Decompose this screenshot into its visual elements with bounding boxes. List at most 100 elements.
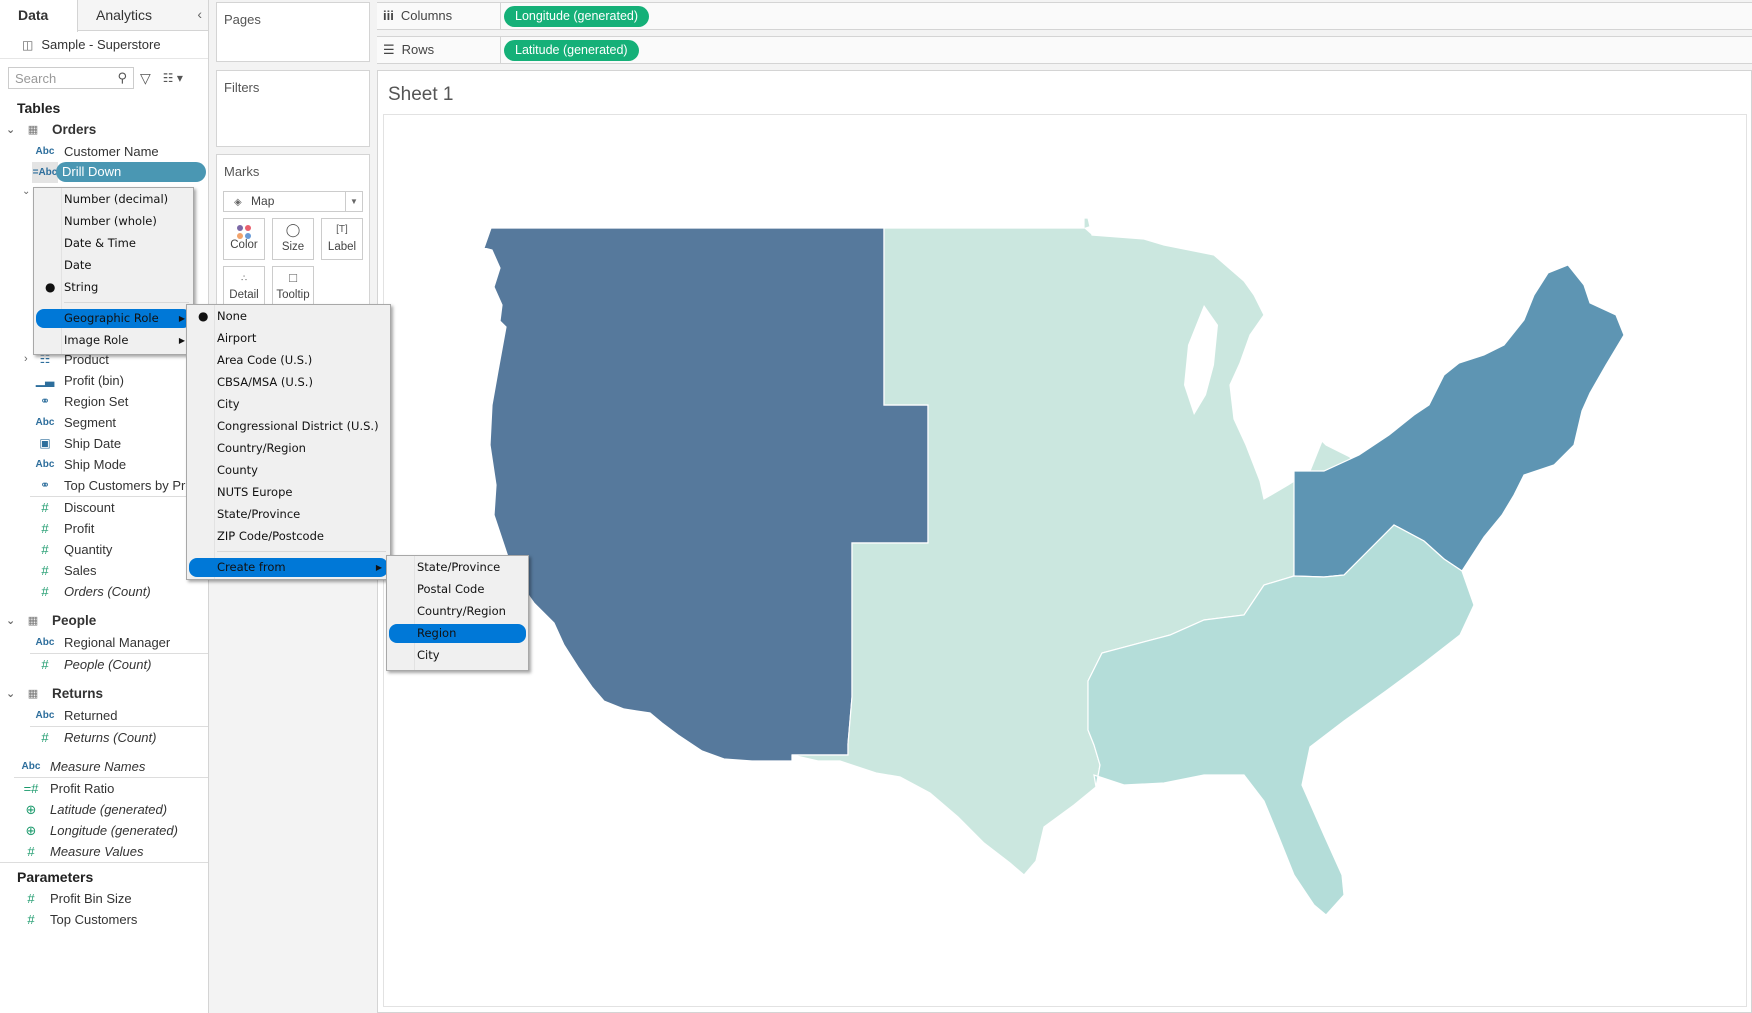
rows-label: ☰ Rows — [377, 37, 501, 63]
field-ship-date[interactable]: ▣ Ship Date — [0, 433, 208, 454]
data-pane: Data Analytics ‹ ◫ Sample - Superstore S… — [0, 0, 209, 1013]
create-item-region[interactable]: Region — [389, 624, 526, 643]
field-latitude[interactable]: ⊕ Latitude (generated) — [0, 799, 208, 820]
table-people[interactable]: ⌄ ▦ People — [0, 610, 208, 632]
calc-measure-icon: =# — [23, 781, 39, 796]
menu-label: Number (whole) — [64, 214, 157, 228]
create-item-postal-code[interactable]: Postal Code — [389, 580, 526, 599]
field-longitude[interactable]: ⊕ Longitude (generated) — [0, 820, 208, 841]
us-region-map[interactable] — [384, 115, 1748, 1008]
create-item-city[interactable]: City — [389, 646, 526, 665]
geo-item-state-province[interactable]: State/Province — [189, 505, 388, 524]
menu-item-date[interactable]: Date — [36, 256, 191, 275]
geo-item-nuts-europe[interactable]: NUTS Europe — [189, 483, 388, 502]
geo-item-area-code[interactable]: Area Code (U.S.) — [189, 351, 388, 370]
map-canvas[interactable] — [383, 114, 1747, 1007]
field-ship-mode[interactable]: Abc Ship Mode — [0, 454, 208, 475]
chevron-left-icon[interactable]: ‹ — [197, 6, 202, 22]
table-orders[interactable]: ⌄ ▦ Orders — [0, 119, 208, 141]
mark-type-dropdown[interactable]: ◈ Map ▼ — [223, 191, 363, 212]
field-returned[interactable]: Abc Returned — [0, 705, 208, 726]
field-returns-count[interactable]: # Returns (Count) — [0, 727, 208, 748]
chevron-down-icon[interactable]: ⌄ — [6, 610, 18, 632]
datasource-item[interactable]: ◫ Sample - Superstore — [0, 31, 208, 59]
size-icon: ◯ — [285, 222, 301, 237]
tooltip-button[interactable]: □ Tooltip — [272, 266, 314, 308]
geo-item-airport[interactable]: Airport — [189, 329, 388, 348]
menu-label: Image Role — [64, 333, 129, 347]
chevron-right-icon[interactable]: › — [24, 349, 28, 370]
columns-shelf[interactable]: iii Columns Longitude (generated) — [377, 2, 1752, 30]
field-discount[interactable]: # Discount — [0, 497, 208, 518]
search-icon: ⚲ — [117, 70, 127, 85]
geo-item-zip-code[interactable]: ZIP Code/Postcode — [189, 527, 388, 546]
filter-icon[interactable]: ▽ — [140, 70, 151, 87]
pane-tabs: Data Analytics ‹ — [0, 0, 208, 32]
checked-bullet-icon: ● — [198, 309, 209, 323]
menu-item-image-role[interactable]: Image Role ▶ — [36, 331, 191, 350]
menu-item-geographic-role[interactable]: Geographic Role ▶ — [36, 309, 191, 328]
globe-icon: ⊕ — [25, 802, 37, 817]
string-icon: Abc — [35, 459, 55, 470]
latitude-pill[interactable]: Latitude (generated) — [504, 40, 639, 61]
field-regional-manager[interactable]: Abc Regional Manager — [0, 632, 208, 653]
search-input[interactable]: Search ⚲ — [8, 67, 134, 89]
sheet-title[interactable]: Sheet 1 — [388, 84, 454, 106]
field-measure-values[interactable]: # Measure Values — [0, 841, 208, 862]
field-quantity[interactable]: # Quantity — [0, 539, 208, 560]
field-customer-name[interactable]: Abc Customer Name — [0, 141, 208, 162]
rows-shelf[interactable]: ☰ Rows Latitude (generated) — [377, 36, 1752, 64]
tab-analytics[interactable]: Analytics — [78, 0, 190, 31]
measure-icon: # — [41, 657, 49, 672]
search-placeholder: Search — [15, 70, 57, 86]
filters-shelf[interactable]: Filters — [216, 70, 370, 147]
geo-item-city[interactable]: City — [189, 395, 388, 414]
geo-item-country-region[interactable]: Country/Region — [189, 439, 388, 458]
size-button[interactable]: ◯ Size — [272, 218, 314, 260]
chevron-down-icon[interactable]: ⌄ — [6, 683, 18, 705]
submenu-arrow-icon: ▶ — [178, 336, 185, 345]
pages-title: Pages — [224, 12, 261, 27]
menu-item-number-whole[interactable]: Number (whole) — [36, 212, 191, 231]
field-orders-count[interactable]: # Orders (Count) — [0, 581, 208, 602]
field-profit[interactable]: # Profit — [0, 518, 208, 539]
field-people-count[interactable]: # People (Count) — [0, 654, 208, 675]
create-from-menu: State/Province Postal Code Country/Regio… — [386, 555, 529, 671]
calc-string-icon: =Abc — [32, 162, 58, 183]
pages-shelf[interactable]: Pages — [216, 2, 370, 62]
param-profit-bin-size[interactable]: # Profit Bin Size — [0, 888, 208, 909]
filters-title: Filters — [224, 80, 260, 95]
param-top-customers[interactable]: # Top Customers — [0, 909, 208, 930]
lake-erie — [1244, 405, 1354, 449]
tooltip-icon: □ — [289, 270, 297, 285]
view-options-icon[interactable]: ☷ ▾ — [163, 71, 183, 85]
label-button[interactable]: [T] Label — [321, 218, 363, 260]
geo-item-cbsa-msa[interactable]: CBSA/MSA (U.S.) — [189, 373, 388, 392]
geo-item-county[interactable]: County — [189, 461, 388, 480]
field-measure-names[interactable]: Abc Measure Names — [0, 756, 208, 777]
field-segment[interactable]: Abc Segment — [0, 412, 208, 433]
field-sales[interactable]: # Sales — [0, 560, 208, 581]
geo-item-create-from[interactable]: Create from ▶ — [189, 558, 388, 577]
menu-item-number-decimal[interactable]: Number (decimal) — [36, 190, 191, 209]
color-button[interactable]: Color — [223, 218, 265, 260]
field-profit-ratio[interactable]: =# Profit Ratio — [0, 778, 208, 799]
create-item-state-province[interactable]: State/Province — [389, 558, 526, 577]
field-top-customers-set[interactable]: ⚭ Top Customers by Pro — [0, 475, 208, 496]
field-region-set[interactable]: ⚭ Region Set — [0, 391, 208, 412]
geo-item-none[interactable]: ● None — [189, 307, 388, 326]
menu-item-date-time[interactable]: Date & Time — [36, 234, 191, 253]
detail-button[interactable]: ∴ Detail — [223, 266, 265, 308]
field-profit-bin[interactable]: ▁▃ Profit (bin) — [0, 370, 208, 391]
field-drill-down-selected[interactable]: Drill Down — [56, 162, 206, 182]
tooltip-label: Tooltip — [276, 289, 310, 301]
menu-item-string[interactable]: ● String — [36, 278, 191, 297]
create-item-country-region[interactable]: Country/Region — [389, 602, 526, 621]
table-returns[interactable]: ⌄ ▦ Returns — [0, 683, 208, 705]
bin-icon: ▁▃ — [35, 373, 55, 387]
measure-icon: # — [27, 912, 35, 927]
longitude-pill[interactable]: Longitude (generated) — [504, 6, 650, 27]
tab-data[interactable]: Data — [0, 0, 78, 32]
chevron-down-icon[interactable]: ⌄ — [6, 119, 18, 141]
geo-item-congressional-district[interactable]: Congressional District (U.S.) — [189, 417, 388, 436]
